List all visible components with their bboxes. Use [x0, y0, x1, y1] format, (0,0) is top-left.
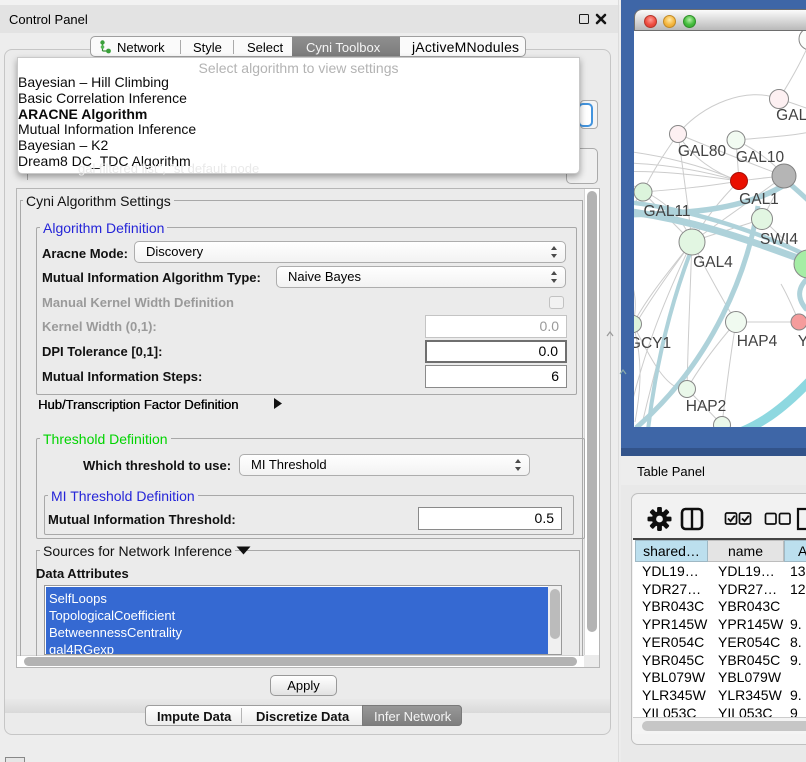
svg-text:GAL1: GAL1	[739, 191, 779, 208]
svg-text:GAL4: GAL4	[693, 254, 733, 271]
svg-text:Y: Y	[798, 333, 806, 350]
svg-text:GAL10: GAL10	[736, 149, 785, 166]
svg-text:GAL80: GAL80	[678, 143, 727, 160]
svg-text:HAP4: HAP4	[737, 333, 778, 350]
svg-text:GAL11: GAL11	[643, 203, 690, 220]
svg-text:HAP2: HAP2	[686, 398, 727, 415]
svg-text:SWI4: SWI4	[760, 231, 798, 248]
svg-text:GCY1: GCY1	[634, 335, 671, 352]
svg-text:GAL2: GAL2	[776, 107, 806, 124]
